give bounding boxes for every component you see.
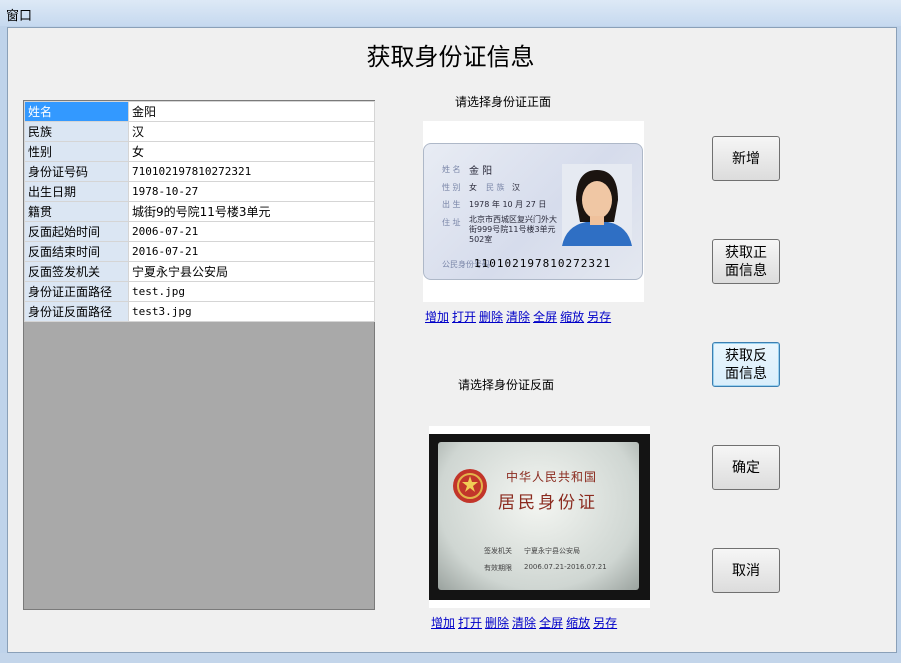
table-row[interactable]: 出生日期 1978-10-27 [24,181,375,202]
back-image-box[interactable]: 中华人民共和国 居民身份证 签发机关 宁夏永宁县公安局 有效期限 2006.07… [429,426,650,608]
back-link-4[interactable]: 全屏 [539,616,563,630]
field-name-cell[interactable]: 反面结束时间 [24,241,129,262]
front-link-bar: 增加 打开 删除 清除 全屏 缩放 另存 [425,308,614,325]
field-value-cell[interactable]: 城街9的号院11号楼3单元 [128,201,375,222]
cancel-button[interactable]: 取消 [712,548,780,593]
front-link-2[interactable]: 删除 [479,310,503,324]
front-link-3[interactable]: 清除 [506,310,530,324]
table-row[interactable]: 身份证正面路径 test.jpg [24,281,375,302]
info-grid[interactable]: 姓名 金阳 民族汉性别女身份证号码 710102197810272321 出生日期 197… [23,100,375,610]
table-row[interactable]: 反面签发机关 宁夏永宁县公安局 [24,261,375,282]
field-name-cell[interactable]: 籍贯 [24,201,129,222]
field-value-cell[interactable]: 2006-07-21 [128,221,375,242]
portrait-photo [562,164,632,246]
table-row[interactable]: 民族汉 [24,121,375,142]
table-row[interactable]: 身份证反面路径 test3.jpg [24,301,375,322]
field-name-cell[interactable]: 反面起始时间 [24,221,129,242]
back-link-5[interactable]: 缩放 [566,616,590,630]
field-value-cell[interactable]: 汉 [128,121,375,142]
front-link-0[interactable]: 增加 [425,310,449,324]
back-select-label: 请选择身份证反面 [458,378,555,392]
national-emblem-icon [453,469,487,503]
field-value-cell[interactable]: 2016-07-21 [128,241,375,262]
table-row[interactable]: 反面起始时间 2006-07-21 [24,221,375,242]
field-name-cell[interactable]: 出生日期 [24,181,129,202]
get-back-info-button[interactable]: 获取反面信息 [712,342,780,387]
field-value-cell[interactable]: 710102197810272321 [128,161,375,182]
field-value-cell[interactable]: 金阳 [128,101,375,122]
front-link-5[interactable]: 缩放 [560,310,584,324]
id-card-back-image: 中华人民共和国 居民身份证 签发机关 宁夏永宁县公安局 有效期限 2006.07… [429,434,650,600]
table-row[interactable]: 反面结束时间 2016-07-21 [24,241,375,262]
front-link-4[interactable]: 全屏 [533,310,557,324]
table-row[interactable]: 籍贯 城街9的号院11号楼3单元 [24,201,375,222]
back-link-3[interactable]: 清除 [512,616,536,630]
field-name-cell[interactable]: 身份证号码 [24,161,129,182]
field-name-cell[interactable]: 性别 [24,141,129,162]
field-value-cell[interactable]: 宁夏永宁县公安局 [128,261,375,282]
add-button[interactable]: 新增 [712,136,780,181]
field-value-cell[interactable]: 女 [128,141,375,162]
field-name-cell[interactable]: 反面签发机关 [24,261,129,282]
front-link-1[interactable]: 打开 [452,310,476,324]
front-link-6[interactable]: 另存 [587,310,611,324]
window-title: 窗口 [6,9,33,24]
field-name-cell[interactable]: 民族 [24,121,129,142]
table-row[interactable]: 性别女 [24,141,375,162]
id-card-front-image: 姓 名 金 阳 性 别 女 民 族 汉 出 生 1978 年 10 月 27 日… [423,143,643,280]
title-bar[interactable]: 窗口 [0,0,901,26]
page-title: 获取身份证信息 [366,43,535,71]
back-link-2[interactable]: 删除 [485,616,509,630]
field-value-cell[interactable]: 1978-10-27 [128,181,375,202]
get-front-info-button[interactable]: 获取正面信息 [712,239,780,284]
front-image-box[interactable]: 姓 名 金 阳 性 别 女 民 族 汉 出 生 1978 年 10 月 27 日… [423,121,644,302]
info-table: 姓名 金阳 民族汉性别女身份证号码 710102197810272321 出生日期 197… [24,101,375,322]
field-value-cell[interactable]: test3.jpg [128,301,375,322]
field-name-cell[interactable]: 姓名 [24,101,129,122]
back-link-0[interactable]: 增加 [431,616,455,630]
field-name-cell[interactable]: 身份证反面路径 [24,301,129,322]
window-bottom-border [0,653,901,663]
table-row[interactable]: 姓名 金阳 [24,101,375,122]
back-link-bar: 增加 打开 删除 清除 全屏 缩放 另存 [431,614,620,631]
table-row[interactable]: 身份证号码 710102197810272321 [24,161,375,182]
ok-button[interactable]: 确定 [712,445,780,490]
field-value-cell[interactable]: test.jpg [128,281,375,302]
back-link-6[interactable]: 另存 [593,616,617,630]
field-name-cell[interactable]: 身份证正面路径 [24,281,129,302]
back-link-1[interactable]: 打开 [458,616,482,630]
front-select-label: 请选择身份证正面 [455,95,552,109]
